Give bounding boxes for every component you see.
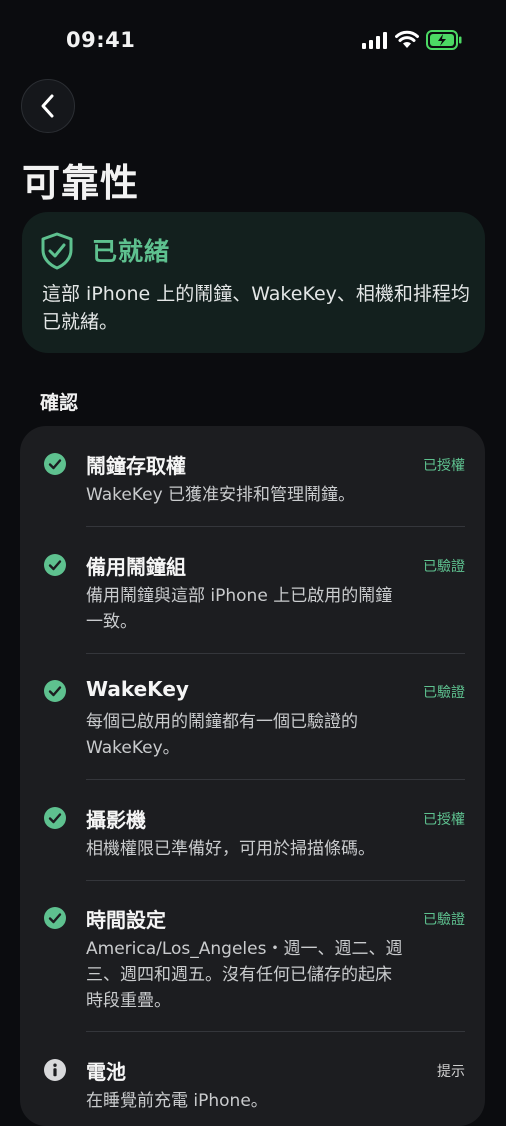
back-button[interactable] [21,79,75,133]
status-time: 09:41 [66,28,136,52]
check-circle-icon [44,907,66,929]
status-badge: 已授權 [423,458,465,474]
battery-charging-icon [426,30,462,50]
row-title: 鬧鐘存取權 [86,454,186,478]
page-title: 可靠性 [22,161,140,205]
row-description: 備用鬧鐘與這部 iPhone 上已啟用的鬧鐘一致。 [86,586,393,632]
check-circle-icon [44,453,66,475]
row-description: 每個已啟用的鬧鐘都有一個已驗證的 WakeKey。 [86,712,358,758]
status-badge: 已驗證 [423,559,465,575]
cellular-signal-icon [362,32,387,49]
section-label-confirm: 確認 [40,392,79,414]
check-circle-icon [44,680,66,702]
row-title: 備用鬧鐘組 [86,555,186,579]
info-circle-icon [44,1059,66,1081]
checks-list: 鬧鐘存取權 WakeKey 已獲准安排和管理鬧鐘。 已授權 備用鬧鐘組 備用鬧鐘… [20,426,485,1126]
status-badge: 已驗證 [423,685,465,701]
ready-description: 這部 iPhone 上的鬧鐘、WakeKey、相機和排程均已就緒。 [42,283,470,333]
check-circle-icon [44,554,66,576]
status-badge: 提示 [437,1064,465,1080]
status-badge: 已驗證 [423,912,465,928]
row-title: 時間設定 [86,908,166,932]
row-title: 電池 [86,1060,126,1084]
divider [86,526,465,527]
ready-status-card: 已就緒 這部 iPhone 上的鬧鐘、WakeKey、相機和排程均已就緒。 [22,212,485,353]
row-title: WakeKey [86,677,189,701]
row-description: 在睡覺前充電 iPhone。 [86,1091,268,1111]
row-description: America/Los_Angeles・週一、週二、週三、週四和週五。沒有任何已… [86,939,403,1011]
divider [86,653,465,654]
check-circle-icon [44,807,66,829]
divider [86,779,465,780]
divider [86,1031,465,1032]
status-bar: 09:41 [0,0,506,80]
divider [86,880,465,881]
row-description: 相機權限已準備好，可用於掃描條碼。 [86,839,375,859]
ready-title: 已就緒 [92,237,171,266]
row-title: 攝影機 [86,808,146,832]
chevron-left-icon [41,94,54,118]
shield-check-icon [41,232,73,270]
row-description: WakeKey 已獲准安排和管理鬧鐘。 [86,485,356,505]
wifi-icon [395,30,419,48]
status-badge: 已授權 [423,812,465,828]
